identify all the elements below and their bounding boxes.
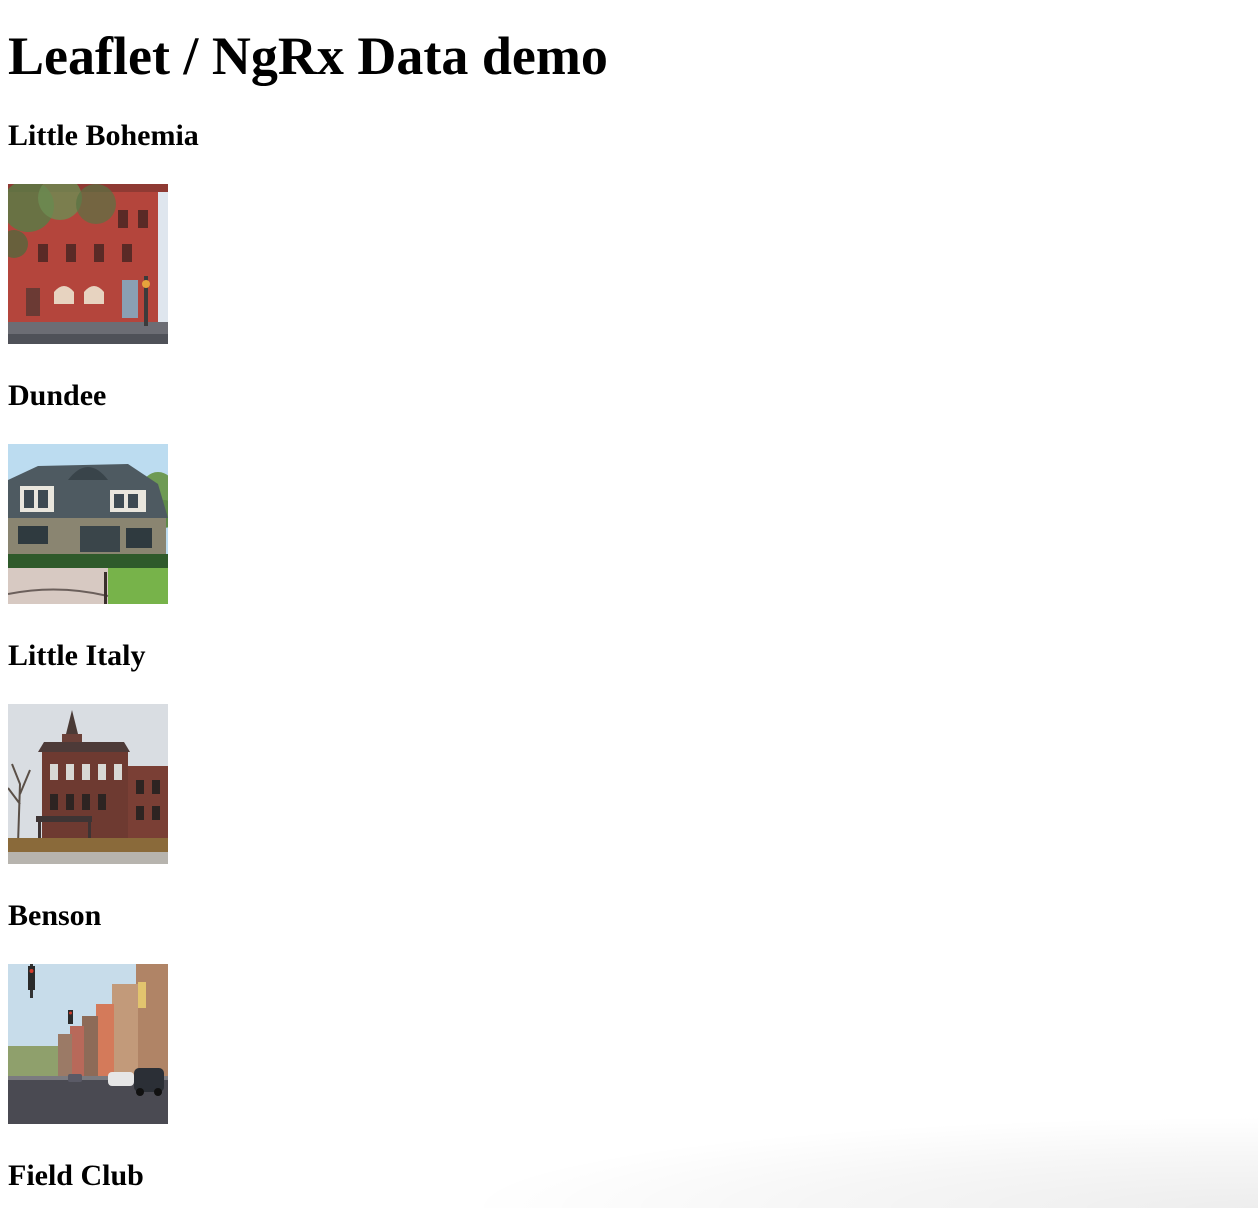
- place-name-benson: Benson: [8, 899, 102, 932]
- page-title: Leaflet / NgRx Data demo: [8, 26, 608, 86]
- place-name-field-club: Field Club: [8, 1159, 144, 1192]
- photo-stone-house: [8, 444, 168, 604]
- place-photo-little-italy[interactable]: [8, 704, 168, 864]
- photo-victorian-mansion: [8, 704, 168, 864]
- place-photo-benson[interactable]: [8, 964, 168, 1124]
- place-name-dundee: Dundee: [8, 379, 107, 412]
- photo-red-brick-building: [8, 184, 168, 344]
- place-name-little-italy: Little Italy: [8, 639, 146, 672]
- photo-main-street: [8, 964, 168, 1124]
- place-photo-little-bohemia[interactable]: [8, 184, 168, 344]
- place-photo-dundee[interactable]: [8, 444, 168, 604]
- page: Leaflet / NgRx Data demo Little Bohemia: [8, 0, 1250, 1208]
- place-name-little-bohemia: Little Bohemia: [8, 119, 199, 152]
